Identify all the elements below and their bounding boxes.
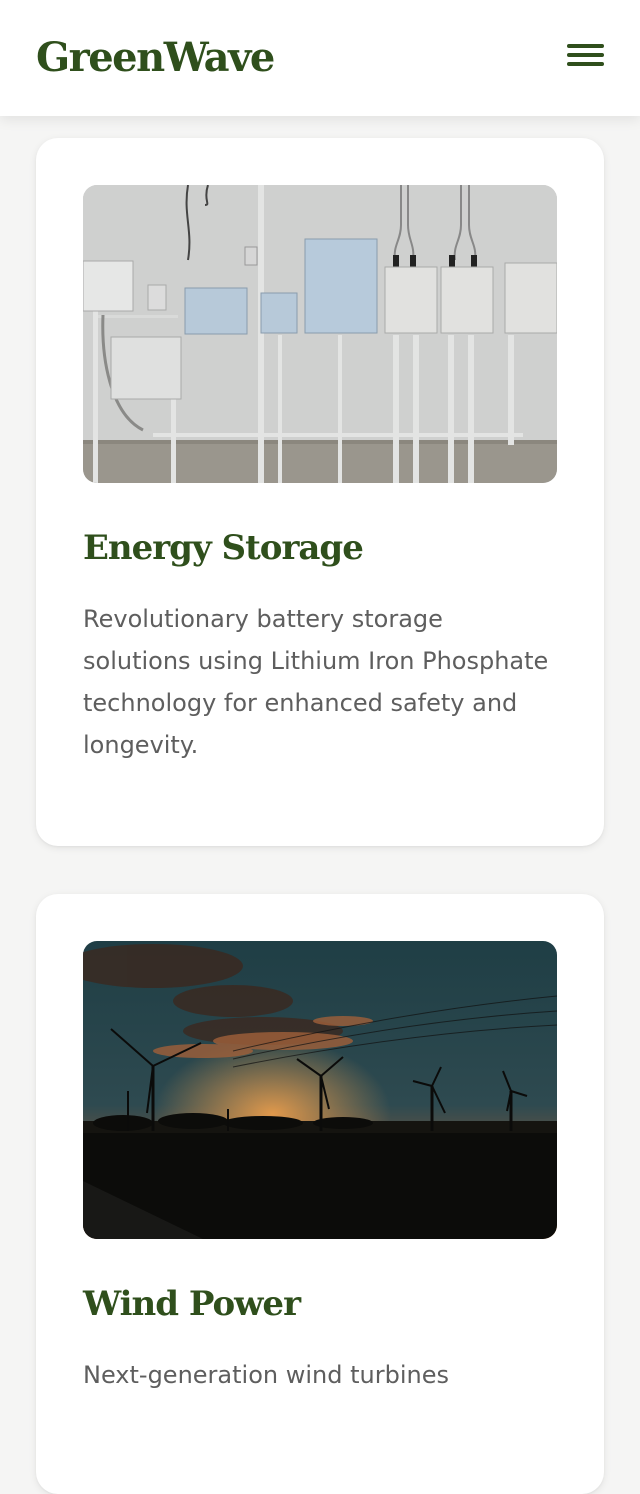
card-description: Next-generation wind turbines — [83, 1361, 449, 1389]
menu-bar — [567, 62, 604, 66]
card-title: Wind Power — [83, 1284, 301, 1324]
electrical-panels-photo — [83, 185, 557, 483]
card-title: Energy Storage — [83, 528, 364, 568]
hamburger-menu-icon[interactable] — [564, 44, 606, 74]
menu-bar — [567, 44, 604, 48]
card-description: Revolutionary battery storage solutions … — [83, 605, 549, 759]
card-energy-storage[interactable]: Energy Storage Revolutionary battery sto… — [36, 138, 604, 846]
card-wind-power[interactable]: Wind Power Next-generation wind turbines — [36, 894, 604, 1494]
menu-bar — [567, 53, 604, 57]
wind-turbines-sunset-photo — [83, 941, 557, 1239]
site-header: GreenWave — [0, 0, 640, 116]
logo[interactable]: GreenWave — [36, 34, 275, 81]
